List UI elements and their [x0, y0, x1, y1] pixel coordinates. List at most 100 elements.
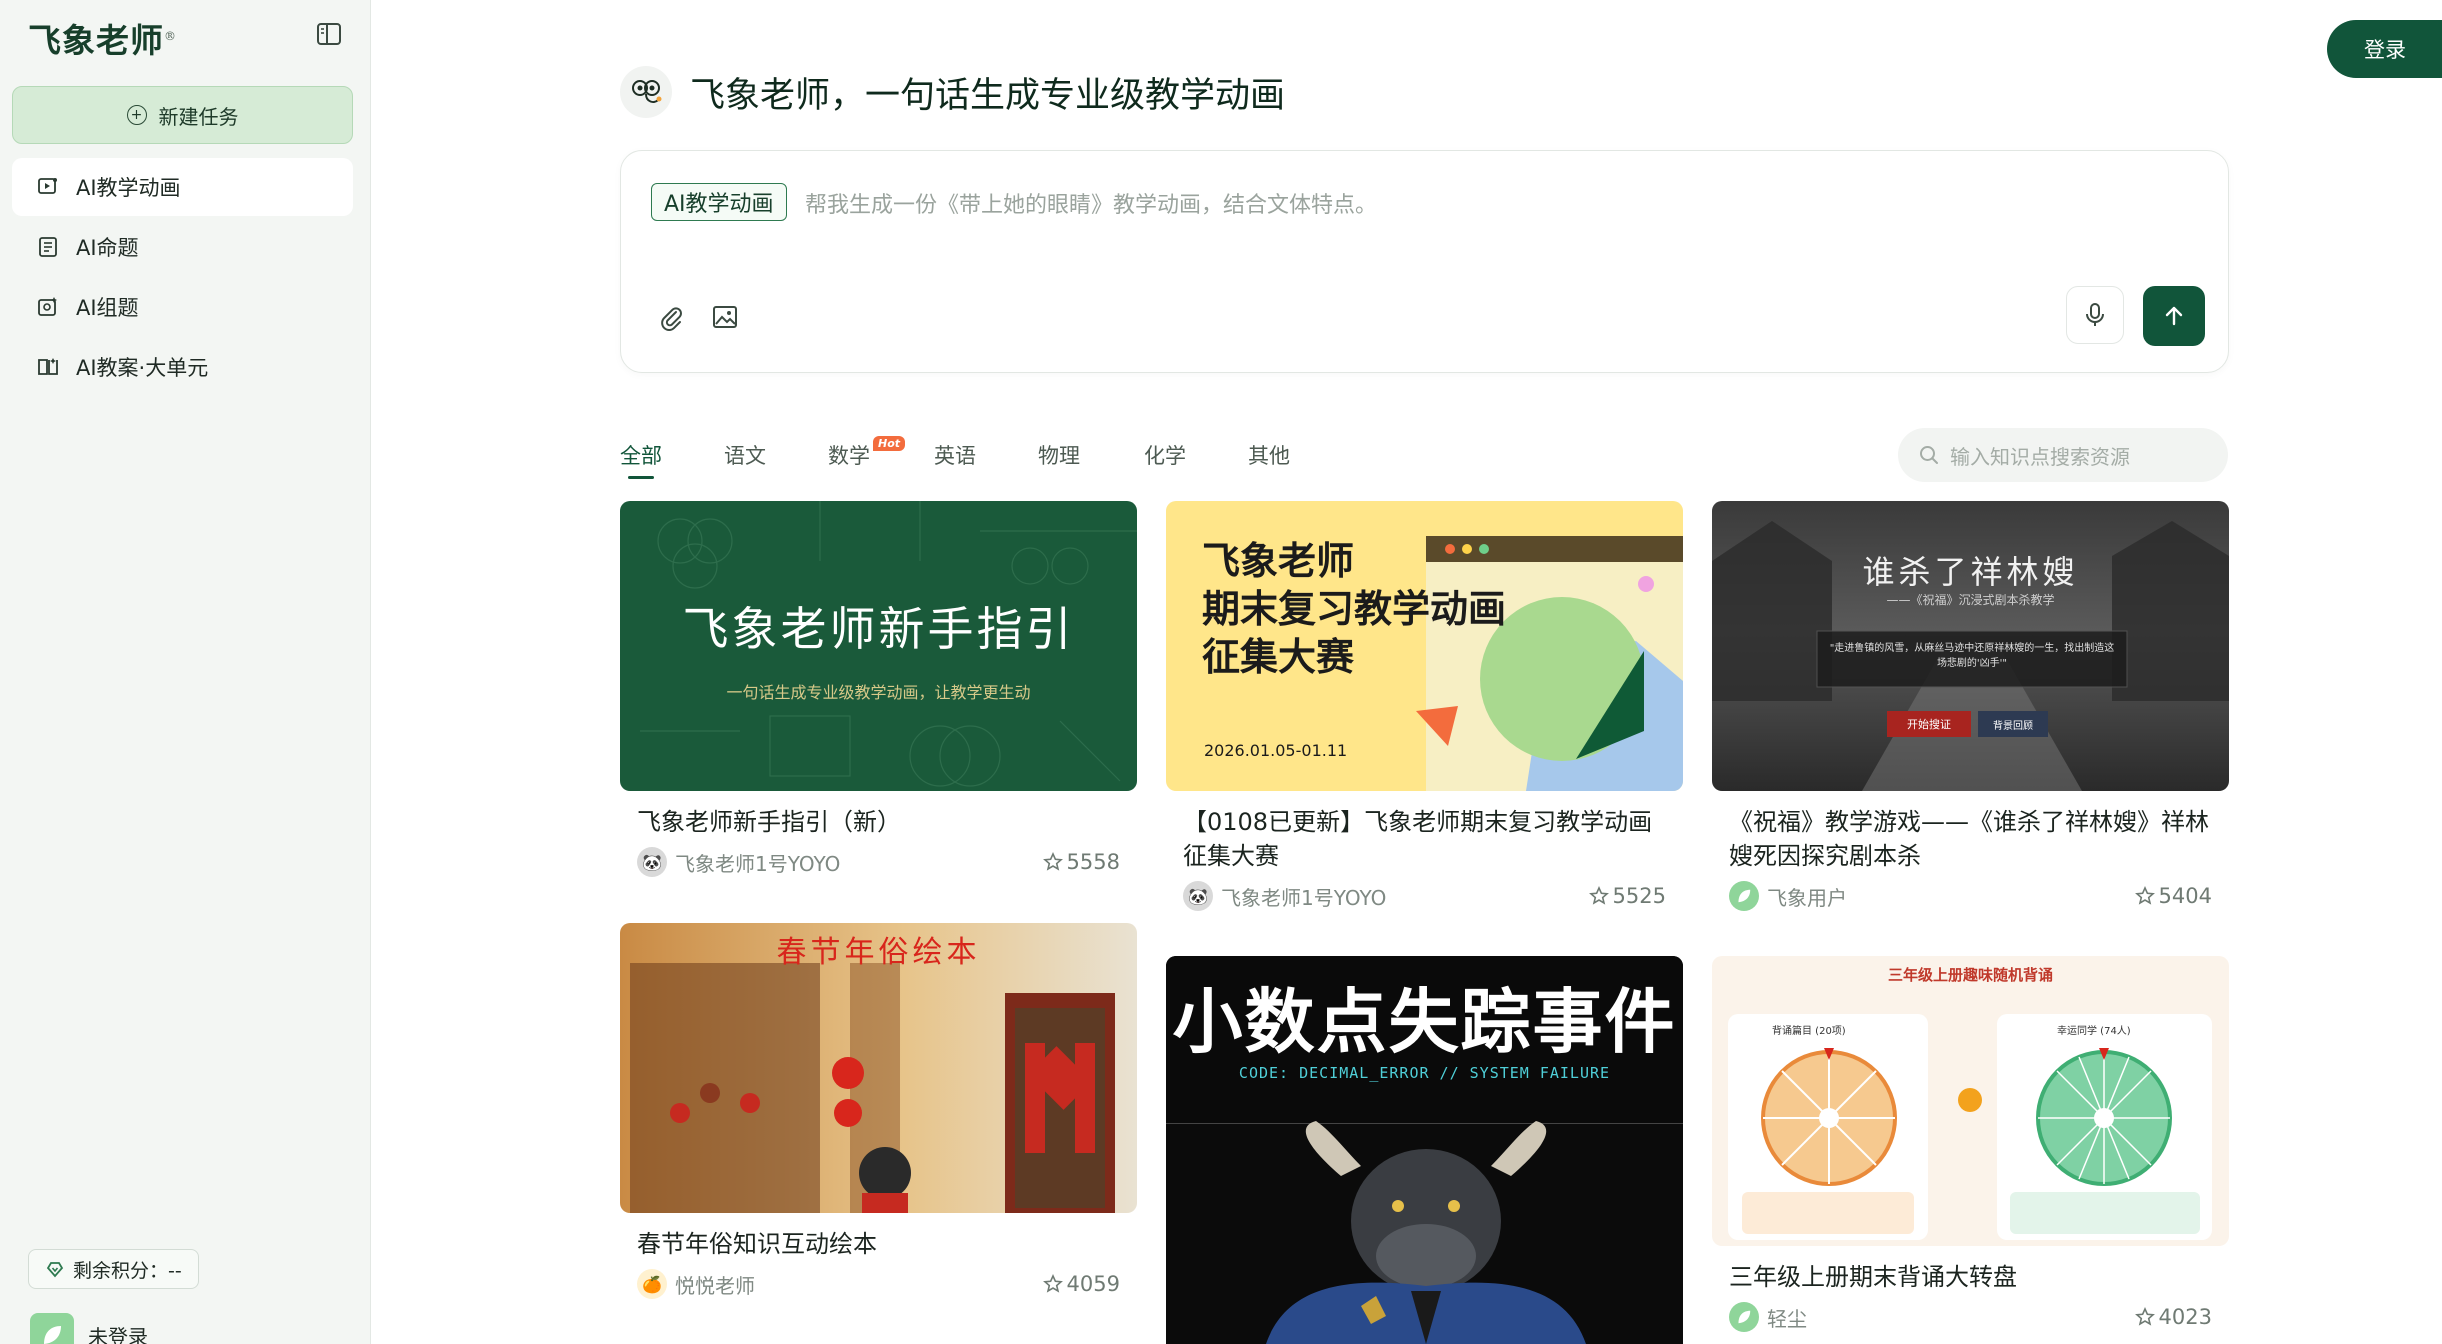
leaf-avatar-icon: [1738, 1310, 1751, 1324]
sidebar-toggle-icon: [317, 23, 341, 45]
sidebar-item-label: AI教学动画: [76, 176, 181, 200]
likes-count: 5404: [2158, 884, 2212, 908]
thumb-review-button: 背景回顾: [1978, 711, 2048, 737]
card-likes[interactable]: 5404: [2134, 884, 2212, 908]
new-task-button[interactable]: + 新建任务: [12, 86, 353, 144]
leaf-avatar-icon: [44, 1326, 61, 1344]
resource-card[interactable]: 三年级上册趣味随机背诵 背诵篇目 (20项) 幸运同学 (74人) 三年级上册期…: [1712, 956, 2229, 1334]
card-meta: 🐼 飞象老师1号YOYO 5558: [620, 845, 1137, 879]
thumb-quote: "走进鲁镇的风雪，从麻丝马迹中还原祥林嫂的一生，找出制造这场悲剧的'凶手'": [1829, 643, 2115, 669]
attach-button[interactable]: [651, 297, 691, 337]
avatar: [1729, 881, 1759, 911]
card-likes[interactable]: 4023: [2134, 1305, 2212, 1329]
card-likes[interactable]: 5525: [1588, 884, 1666, 908]
sidebar-item-label: AI组题: [76, 296, 139, 320]
thumb-subtitle: 一句话生成专业级教学动画，让教学更生动: [726, 683, 1031, 702]
hot-badge: Hot: [873, 436, 906, 451]
voice-input-button[interactable]: [2066, 286, 2124, 344]
search-placeholder: 输入知识点搜索资源: [1950, 444, 2130, 469]
avatar: 🐼: [1183, 881, 1213, 911]
sidebar-item-ai-lesson-plan[interactable]: AI教案·大单元: [12, 338, 353, 396]
tab-all[interactable]: 全部: [620, 440, 662, 479]
likes-count: 5525: [1612, 884, 1666, 908]
image-icon: [713, 306, 737, 328]
avatar: [1729, 1302, 1759, 1332]
author-name: 悦悦老师: [675, 1273, 755, 1298]
resource-card[interactable]: 飞象老师 期末复习教学动画 征集大赛 2026.01.05-01.11 【010…: [1166, 501, 1683, 913]
bull-officer-graphic: [1266, 1121, 1586, 1344]
sidebar-item-label: AI命题: [76, 236, 139, 260]
tab-physics[interactable]: 物理: [1038, 440, 1080, 470]
sidebar: 飞象老师® + 新建任务 AI教学动画 AI命题 AI组题 AI教案·大单元 剩…: [0, 0, 371, 1344]
mode-tag[interactable]: AI教学动画: [651, 183, 787, 221]
card-author[interactable]: 🍊 悦悦老师: [637, 1269, 755, 1299]
resource-card[interactable]: 谁杀了祥林嫂 ——《祝福》沉浸式剧本杀教学 "走进鲁镇的风雪，从麻丝马迹中还原祥…: [1712, 501, 2229, 913]
thumb-title: 飞象老师新手指引: [682, 602, 1075, 656]
tab-chemistry[interactable]: 化学: [1144, 440, 1186, 470]
tab-other[interactable]: 其他: [1248, 440, 1290, 470]
star-icon: [1588, 886, 1609, 905]
card-title[interactable]: 《祝福》教学游戏——《谁杀了祥林嫂》祥林嫂死因探究剧本杀: [1712, 805, 2229, 873]
resource-card[interactable]: 飞象老师新手指引 一句话生成专业级教学动画，让教学更生动 飞象老师新手指引（新）…: [620, 501, 1137, 879]
star-icon: [2134, 1307, 2155, 1326]
resource-card[interactable]: 春节年俗绘本 春节年俗知识互动绘本 🍊 悦悦老师 4059: [620, 923, 1137, 1301]
card-title[interactable]: 春节年俗知识互动绘本: [620, 1227, 1137, 1261]
sidebar-item-ai-question[interactable]: AI命题: [12, 218, 353, 276]
tab-chinese[interactable]: 语文: [724, 440, 766, 470]
card-title[interactable]: 【0108已更新】飞象老师期末复习教学动画征集大赛: [1166, 805, 1683, 873]
user-profile[interactable]: 未登录: [30, 1313, 148, 1344]
sidebar-item-ai-question-set[interactable]: AI组题: [12, 278, 353, 336]
card-title[interactable]: 三年级上册期末背诵大转盘: [1712, 1260, 2229, 1294]
card-thumbnail: 小数点失踪事件 CODE: DECIMAL_ERROR // SYSTEM FA…: [1166, 956, 1683, 1344]
card-likes[interactable]: 4059: [1042, 1272, 1120, 1296]
card-author[interactable]: 飞象用户: [1729, 881, 1847, 911]
search-icon: [1920, 446, 1938, 464]
microphone-icon: [2086, 303, 2104, 326]
login-button[interactable]: 登录: [2327, 20, 2442, 78]
card-author[interactable]: 🐼 飞象老师1号YOYO: [637, 847, 840, 877]
card-author[interactable]: 🐼 飞象老师1号YOYO: [1183, 881, 1386, 911]
new-task-label: 新建任务: [158, 104, 239, 129]
image-upload-button[interactable]: [705, 297, 745, 337]
paperclip-icon: [661, 307, 682, 331]
question-set-icon: [38, 297, 57, 316]
card-meta: 轻尘 4023: [1712, 1300, 2229, 1334]
star-icon: [1042, 852, 1063, 871]
diamond-heart-icon: [46, 1262, 64, 1278]
card-thumbnail: 谁杀了祥林嫂 ——《祝福》沉浸式剧本杀教学 "走进鲁镇的风雪，从麻丝马迹中还原祥…: [1712, 501, 2229, 791]
card-title[interactable]: 飞象老师新手指引（新）: [620, 805, 1137, 839]
user-name: 未登录: [88, 1324, 148, 1344]
author-name: 飞象老师1号YOYO: [675, 851, 841, 876]
send-button[interactable]: [2143, 286, 2205, 346]
tab-english[interactable]: 英语: [934, 440, 976, 470]
thumb-start-button: 开始搜证: [1887, 711, 1971, 737]
resource-search-input[interactable]: 输入知识点搜索资源: [1898, 428, 2228, 482]
plus-icon: +: [126, 105, 147, 125]
thumb-title: 春节年俗绘本: [776, 935, 981, 970]
tab-math[interactable]: 数学: [828, 440, 870, 470]
points-badge[interactable]: 剩余积分：--: [28, 1249, 199, 1289]
likes-count: 5558: [1066, 850, 1120, 874]
card-meta: 飞象用户 5404: [1712, 879, 2229, 913]
card-thumbnail: 飞象老师 期末复习教学动画 征集大赛 2026.01.05-01.11: [1166, 501, 1683, 791]
collapse-sidebar-button[interactable]: [313, 18, 345, 50]
prompt-box[interactable]: AI教学动画 帮我生成一份《带上她的眼睛》教学动画，结合文体特点。: [620, 150, 2229, 373]
animation-icon: [38, 178, 57, 194]
resource-card[interactable]: 小数点失踪事件 CODE: DECIMAL_ERROR // SYSTEM FA…: [1166, 956, 1683, 1344]
document-icon: [39, 237, 57, 257]
hero: 飞象老师，一句话生成专业级教学动画: [620, 66, 1285, 118]
page-title: 飞象老师，一句话生成专业级教学动画: [690, 75, 1286, 116]
card-author[interactable]: 轻尘: [1729, 1302, 1807, 1332]
star-icon: [2134, 886, 2155, 905]
prompt-input[interactable]: 帮我生成一份《带上她的眼睛》教学动画，结合文体特点。: [805, 187, 1377, 219]
card-thumbnail: 春节年俗绘本: [620, 923, 1137, 1213]
likes-count: 4023: [2158, 1305, 2212, 1329]
card-meta: 🐼 飞象老师1号YOYO 5525: [1166, 879, 1683, 913]
card-meta: 🍊 悦悦老师 4059: [620, 1267, 1137, 1301]
card-likes[interactable]: 5558: [1042, 850, 1120, 874]
avatar: [30, 1313, 74, 1344]
sidebar-nav: AI教学动画 AI命题 AI组题 AI教案·大单元: [12, 158, 353, 398]
author-name: 飞象用户: [1767, 885, 1847, 910]
app-logo[interactable]: 飞象老师®: [28, 14, 177, 62]
sidebar-item-ai-animation[interactable]: AI教学动画: [12, 158, 353, 216]
